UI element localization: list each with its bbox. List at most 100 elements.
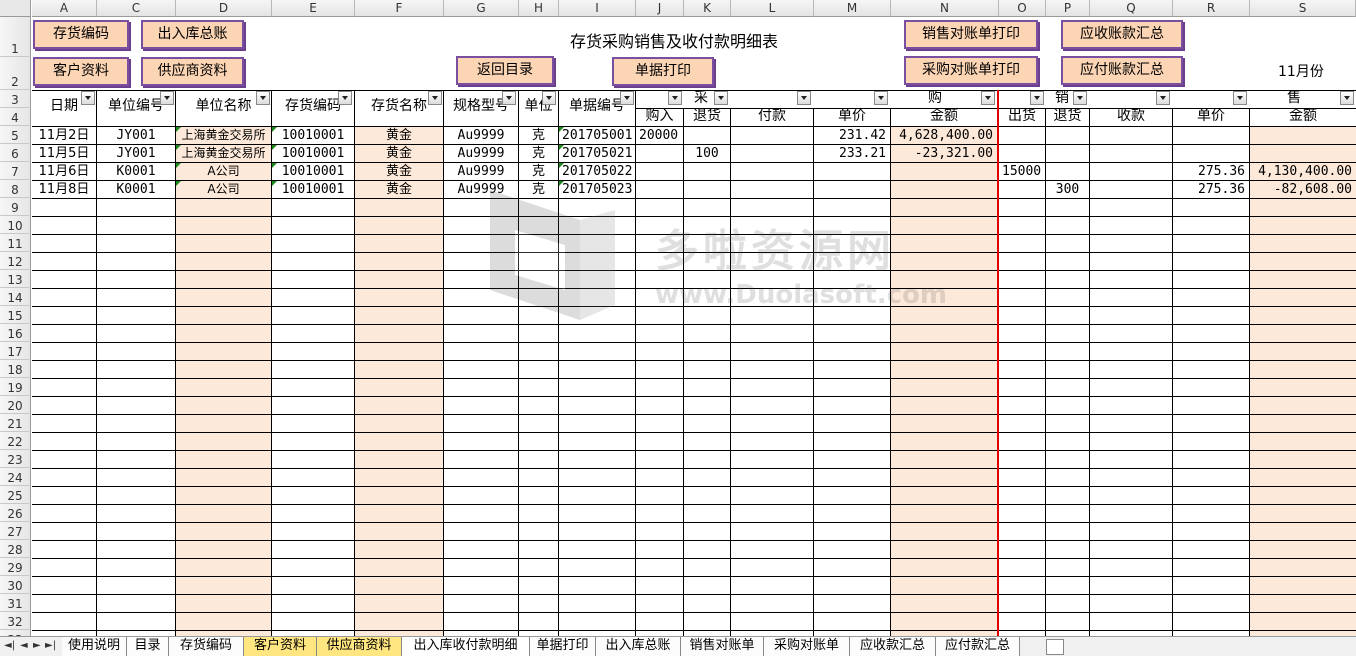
column-header-H[interactable]: H <box>519 0 559 17</box>
row-header-27[interactable]: 27 <box>0 522 31 540</box>
column-header-O[interactable]: O <box>999 0 1046 17</box>
column-header-L[interactable]: L <box>731 0 814 17</box>
filter-dropdown-icon[interactable] <box>1340 91 1354 105</box>
customer-info-button[interactable]: 客户资料 <box>33 57 129 86</box>
filter-dropdown-icon[interactable] <box>542 91 556 105</box>
column-header-G[interactable]: G <box>444 0 519 17</box>
cell-buy_price[interactable]: 233.21 <box>814 145 890 162</box>
cell-sale_price[interactable]: 275.36 <box>1173 181 1249 198</box>
insert-sheet-icon[interactable] <box>1046 639 1064 655</box>
prev-sheet-icon[interactable]: ◄ <box>20 640 28 651</box>
row-header-12[interactable]: 12 <box>0 252 31 270</box>
filter-dropdown-icon[interactable] <box>160 91 174 105</box>
row-header-21[interactable]: 21 <box>0 414 31 432</box>
print-doc-button[interactable]: 单据打印 <box>612 57 714 86</box>
filter-dropdown-icon[interactable] <box>256 91 270 105</box>
payable-summary-button[interactable]: 应付账款汇总 <box>1061 56 1183 85</box>
first-sheet-icon[interactable]: ◄| <box>4 640 15 651</box>
column-header-Q[interactable]: Q <box>1090 0 1173 17</box>
sheet-tab[interactable]: 存货编码 <box>169 637 244 656</box>
sheet-tab[interactable]: 销售对账单 <box>681 637 764 656</box>
cell-inv_code[interactable]: 10010001 <box>272 127 354 144</box>
row-header-25[interactable]: 25 <box>0 486 31 504</box>
cell-date[interactable]: 11月5日 <box>32 145 96 162</box>
row-header-26[interactable]: 26 <box>0 504 31 522</box>
filter-dropdown-icon[interactable] <box>428 91 442 105</box>
cell-unit[interactable]: 克 <box>519 127 558 144</box>
row-header-9[interactable]: 9 <box>0 198 31 216</box>
cell-buy_price[interactable]: 231.42 <box>814 127 890 144</box>
filter-dropdown-icon[interactable] <box>1030 91 1044 105</box>
cell-sale_amount[interactable]: 4,130,400.00 <box>1250 163 1356 180</box>
cell-date[interactable]: 11月2日 <box>32 127 96 144</box>
cell-sale_price[interactable]: 275.36 <box>1173 163 1249 180</box>
filter-dropdown-icon[interactable] <box>502 91 516 105</box>
cell-spec[interactable]: Au9999 <box>444 163 518 180</box>
row-header-2[interactable]: 2 <box>0 57 31 90</box>
filter-dropdown-icon[interactable] <box>1073 91 1087 105</box>
row-header-3[interactable]: 3 <box>0 90 31 108</box>
filter-dropdown-icon[interactable] <box>981 91 995 105</box>
row-header-4[interactable]: 4 <box>0 108 31 126</box>
sales-statement-print-button[interactable]: 销售对账单打印 <box>904 20 1038 49</box>
row-header-8[interactable]: 8 <box>0 180 31 198</box>
spreadsheet-grid[interactable]: ACDEFGHIJKLMNOPQRS 1 2 3 4 5 6 7 8 9 10 11 12 13 14 15… <box>0 0 1356 636</box>
cell-inv_name[interactable]: 黄金 <box>355 181 443 198</box>
cell-doc_no[interactable]: 201705022 <box>559 163 635 180</box>
next-sheet-icon[interactable]: ► <box>33 640 41 651</box>
cell-doc_no[interactable]: 201705023 <box>559 181 635 198</box>
column-header-A[interactable]: A <box>32 0 97 17</box>
row-header-1[interactable]: 1 <box>0 17 31 57</box>
filter-dropdown-icon[interactable] <box>797 91 811 105</box>
cell-date[interactable]: 11月8日 <box>32 181 96 198</box>
sheet-tab[interactable]: 应付款汇总 <box>936 637 1020 656</box>
row-header-20[interactable]: 20 <box>0 396 31 414</box>
row-header-16[interactable]: 16 <box>0 324 31 342</box>
cell-inv_name[interactable]: 黄金 <box>355 127 443 144</box>
row-header-31[interactable]: 31 <box>0 594 31 612</box>
row-header-19[interactable]: 19 <box>0 378 31 396</box>
row-header-18[interactable]: 18 <box>0 360 31 378</box>
filter-dropdown-icon[interactable] <box>338 91 352 105</box>
column-header-E[interactable]: E <box>272 0 355 17</box>
column-header-F[interactable]: F <box>355 0 444 17</box>
filter-dropdown-icon[interactable] <box>81 91 95 105</box>
row-header-11[interactable]: 11 <box>0 234 31 252</box>
row-header-30[interactable]: 30 <box>0 576 31 594</box>
cell-unit_name[interactable]: A公司 <box>176 163 271 180</box>
row-header-29[interactable]: 29 <box>0 558 31 576</box>
filter-dropdown-icon[interactable] <box>714 91 728 105</box>
row-header-32[interactable]: 32 <box>0 612 31 630</box>
column-header-K[interactable]: K <box>684 0 731 17</box>
cell-inv_code[interactable]: 10010001 <box>272 145 354 162</box>
cell-unit_name[interactable]: 上海黄金交易所 <box>176 145 271 162</box>
sheet-tab[interactable]: 单据打印 <box>530 637 596 656</box>
column-header-C[interactable]: C <box>97 0 176 17</box>
cell-sale_amount[interactable]: -82,608.00 <box>1250 181 1356 198</box>
cell-inv_name[interactable]: 黄金 <box>355 163 443 180</box>
cell-inv_code[interactable]: 10010001 <box>272 163 354 180</box>
row-header-6[interactable]: 6 <box>0 144 31 162</box>
cell-buy_in[interactable]: 20000 <box>636 127 683 144</box>
row-header-24[interactable]: 24 <box>0 468 31 486</box>
sheet-tab[interactable]: 客户资料 <box>244 637 317 656</box>
cell-ship[interactable]: 15000 <box>999 163 1045 180</box>
row-header-17[interactable]: 17 <box>0 342 31 360</box>
row-header-28[interactable]: 28 <box>0 540 31 558</box>
cell-unit[interactable]: 克 <box>519 181 558 198</box>
cell-inv_name[interactable]: 黄金 <box>355 145 443 162</box>
purchase-statement-print-button[interactable]: 采购对账单打印 <box>904 56 1038 85</box>
row-header-5[interactable]: 5 <box>0 126 31 144</box>
cell-spec[interactable]: Au9999 <box>444 145 518 162</box>
cell-unit_code[interactable]: JY001 <box>97 145 175 162</box>
filter-dropdown-icon[interactable] <box>874 91 888 105</box>
inout-ledger-button[interactable]: 出入库总账 <box>141 20 244 49</box>
cell-doc_no[interactable]: 201705001 <box>559 127 635 144</box>
row-header-13[interactable]: 13 <box>0 270 31 288</box>
cell-buy_amount[interactable]: 4,628,400.00 <box>891 127 997 144</box>
select-all-corner[interactable] <box>0 0 31 17</box>
back-to-index-button[interactable]: 返回目录 <box>456 56 554 85</box>
filter-dropdown-icon[interactable] <box>1233 91 1247 105</box>
row-header-7[interactable]: 7 <box>0 162 31 180</box>
cell-spec[interactable]: Au9999 <box>444 181 518 198</box>
